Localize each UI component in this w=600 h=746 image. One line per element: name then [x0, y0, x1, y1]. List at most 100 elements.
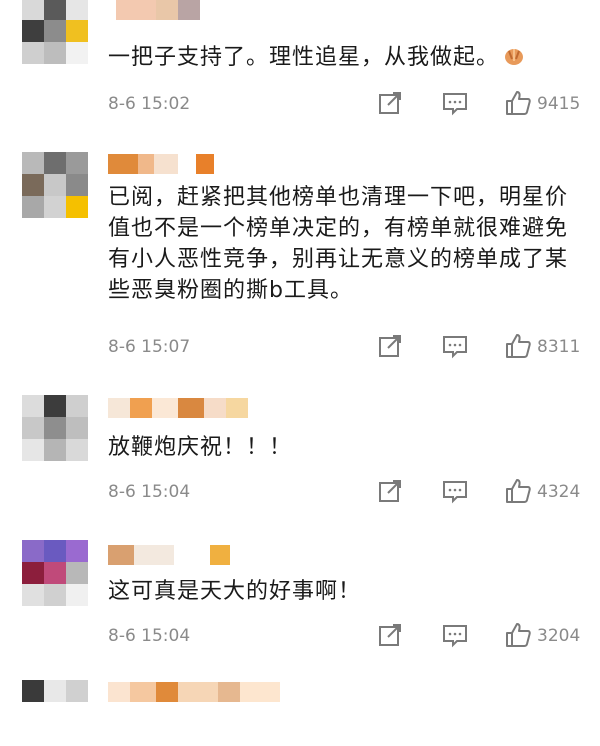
comment-meta: 8-6 15:04 3204 — [0, 622, 600, 650]
like-icon[interactable] — [505, 622, 531, 648]
avatar-pixel — [44, 0, 66, 20]
username-pixel — [196, 154, 214, 174]
praying-hands-icon — [503, 45, 525, 76]
username-pixel — [174, 545, 210, 565]
comment-meta: 8-6 15:04 4324 — [0, 478, 600, 506]
comment-meta: 8-6 15:02 9415 — [0, 90, 600, 118]
avatar[interactable] — [22, 0, 88, 64]
timestamp: 8-6 15:04 — [108, 626, 191, 646]
username-pixel — [178, 398, 204, 418]
avatar-pixel — [22, 0, 44, 20]
timestamp: 8-6 15:07 — [108, 337, 191, 357]
avatar-pixel — [44, 395, 66, 417]
avatar-pixel — [22, 562, 44, 584]
avatar-pixel — [22, 20, 44, 42]
avatar-pixel — [44, 540, 66, 562]
timestamp: 8-6 15:04 — [108, 482, 191, 502]
like-count: 4324 — [537, 482, 581, 502]
username-pixel — [116, 0, 156, 20]
avatar-pixel — [66, 196, 88, 218]
comment-text: 这可真是天大的好事啊！ — [108, 579, 362, 604]
username-pixel — [156, 0, 178, 20]
avatar-pixel — [44, 417, 66, 439]
avatar[interactable] — [22, 680, 88, 746]
username-pixel — [130, 398, 152, 418]
username-pixel — [134, 545, 174, 565]
username-pixel — [226, 398, 248, 418]
avatar-pixel — [66, 540, 88, 562]
avatar-pixel — [44, 584, 66, 606]
avatar-pixel — [66, 42, 88, 64]
username-pixel — [204, 398, 226, 418]
comment-meta: 8-6 15:07 8311 — [0, 333, 600, 361]
username-pixel — [178, 154, 196, 174]
comment-text: 已阅，赶紧把其他榜单也清理一下吧，明星价值也不是一个榜单决定的，有榜单就很难避免… — [108, 185, 569, 303]
avatar-pixel — [22, 395, 44, 417]
username-pixel — [108, 154, 138, 174]
username-pixel — [108, 545, 134, 565]
avatar[interactable] — [22, 152, 88, 218]
avatar-pixel — [22, 174, 44, 196]
like-icon[interactable] — [505, 478, 531, 504]
username-pixel — [178, 682, 218, 702]
comment-text: 一把子支持了。理性追星，从我做起。 — [108, 42, 578, 76]
username-pixel — [108, 398, 130, 418]
username-pixel — [138, 154, 154, 174]
avatar-pixel — [44, 174, 66, 196]
username[interactable] — [108, 0, 200, 20]
like-count: 8311 — [537, 337, 581, 357]
username-pixel — [178, 0, 200, 20]
comment-icon[interactable] — [442, 333, 468, 359]
comment-icon[interactable] — [442, 622, 468, 648]
share-icon[interactable] — [377, 478, 403, 504]
avatar-pixel — [22, 196, 44, 218]
avatar-pixel — [66, 562, 88, 584]
username-pixel — [108, 682, 130, 702]
like-count: 3204 — [537, 626, 581, 646]
avatar[interactable] — [22, 395, 88, 461]
username-pixel — [210, 545, 230, 565]
username[interactable] — [108, 398, 248, 418]
avatar-pixel — [44, 680, 66, 702]
username-pixel — [130, 682, 156, 702]
username[interactable] — [108, 545, 230, 565]
avatar-pixel — [44, 20, 66, 42]
avatar-pixel — [22, 417, 44, 439]
share-icon[interactable] — [377, 622, 403, 648]
avatar-pixel — [22, 152, 44, 174]
comment-text: 放鞭炮庆祝！！！ — [108, 435, 293, 460]
like-icon[interactable] — [505, 333, 531, 359]
avatar-pixel — [66, 174, 88, 196]
username-pixel — [154, 154, 178, 174]
avatar-pixel — [66, 20, 88, 42]
share-icon[interactable] — [377, 333, 403, 359]
avatar-pixel — [22, 540, 44, 562]
avatar-pixel — [44, 562, 66, 584]
avatar-pixel — [66, 439, 88, 461]
avatar-pixel — [66, 152, 88, 174]
username-pixel — [108, 0, 116, 20]
avatar[interactable] — [22, 540, 88, 606]
comment-icon[interactable] — [442, 90, 468, 116]
comment-icon[interactable] — [442, 478, 468, 504]
avatar-pixel — [44, 152, 66, 174]
avatar-pixel — [22, 584, 44, 606]
username-pixel — [218, 682, 240, 702]
avatar-pixel — [66, 584, 88, 606]
username-pixel — [156, 682, 178, 702]
avatar-pixel — [66, 417, 88, 439]
username[interactable] — [108, 154, 214, 174]
username[interactable] — [108, 682, 280, 702]
avatar-pixel — [22, 42, 44, 64]
like-icon[interactable] — [505, 90, 531, 116]
username-pixel — [152, 398, 178, 418]
avatar-pixel — [66, 395, 88, 417]
timestamp: 8-6 15:02 — [108, 94, 191, 114]
avatar-pixel — [44, 42, 66, 64]
share-icon[interactable] — [377, 90, 403, 116]
avatar-pixel — [66, 680, 88, 702]
username-pixel — [240, 682, 280, 702]
avatar-pixel — [22, 439, 44, 461]
avatar-pixel — [44, 439, 66, 461]
avatar-pixel — [44, 196, 66, 218]
